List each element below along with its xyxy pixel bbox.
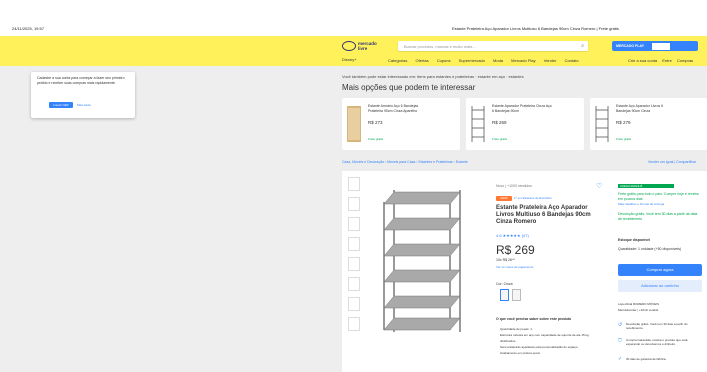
reco-card-shipping: Frete grátis <box>492 137 508 141</box>
promo-label: MERCADO PLAY <box>616 44 645 48</box>
product-highlights: Quantidade de peças: 1. Estrutura robust… <box>500 326 604 356</box>
reco-card-title: Estante Armário Aço 6 Bandejas Prateleir… <box>368 104 419 113</box>
nav-contato[interactable]: Contato <box>565 58 579 63</box>
reco-card-image <box>471 106 485 142</box>
favorite-heart-icon[interactable]: ♡ <box>596 182 602 190</box>
breadcrumb[interactable]: Casa, Móveis e Decoração › Móveis para C… <box>342 160 468 164</box>
reco-card-title: Estante Aço Aparador Livros 6 Bandejas 9… <box>616 104 664 113</box>
arrives-tomorrow-badge: CHEGA AMANHÃ <box>618 184 674 188</box>
nav-right: Crie a sua conta Entre Compras <box>628 58 700 63</box>
highlight-item: Estrutura robusta em aço com capacidade … <box>500 333 589 343</box>
nav-cupons[interactable]: Cupons <box>437 58 451 63</box>
thumbnail[interactable] <box>348 317 360 331</box>
site-logo[interactable]: mercado livre <box>342 40 388 54</box>
promo-banner[interactable]: MERCADO PLAY <box>612 41 698 51</box>
nav-mercado-play[interactable]: Mercado Play <box>511 58 535 63</box>
nav-moda[interactable]: Moda <box>493 58 503 63</box>
product-title: Estante Prateleira Aço Aparador Livros M… <box>496 205 591 225</box>
thumbnail[interactable] <box>348 277 360 291</box>
free-shipping-text: Frete grátis para todo o país. Compre ho… <box>618 192 699 201</box>
reco-card-shipping: Frete grátis <box>368 137 384 141</box>
quantity-selector[interactable]: Quantidade: 1 unidade (+50 disponíveis) <box>618 247 702 252</box>
nav-purchases[interactable]: Compras <box>677 58 693 63</box>
installments: 10x R$ 26⁹⁰ <box>496 258 515 262</box>
search-icon[interactable]: ⌕ <box>581 43 584 49</box>
sell-share-links[interactable]: Vender um igual | Compartilhar <box>648 160 696 164</box>
product-price: R$ 269 <box>496 243 535 257</box>
thumbnail[interactable] <box>348 297 360 311</box>
location-popup: Cadastre a sua conta para começar a faze… <box>31 72 135 118</box>
benefit-item: Compra Garantida, receba o produto que e… <box>626 338 688 346</box>
recommendation-title: Mais opções que podem te interessar <box>342 83 476 92</box>
shipping-details-link[interactable]: Mais detalhes e formas de entrega <box>618 202 702 207</box>
product-main-image[interactable] <box>372 182 472 337</box>
payment-methods-link[interactable]: Ver os meios de pagamento <box>496 265 533 269</box>
nav-left: Categorias Ofertas Cupons Supermercado M… <box>388 58 586 63</box>
print-page-title: Estante Prateleira Aço Aparador Livros M… <box>452 26 619 31</box>
shield-icon: ⛉ <box>618 338 622 344</box>
buy-now-button[interactable]: Comprar agora <box>618 264 702 276</box>
insert-cep-button[interactable]: Inserir CEP <box>49 102 73 108</box>
logo-line-2: livre <box>358 46 368 51</box>
disney-label: Disney+ <box>342 57 357 62</box>
nav-categorias[interactable]: Categorias <box>388 58 407 63</box>
reco-card-price: R$ 273 <box>368 120 383 125</box>
search-input[interactable]: Buscar produtos, marcas e muito mais... … <box>398 41 588 51</box>
nav-create-account[interactable]: Crie a sua conta <box>628 58 657 63</box>
thumbnail[interactable] <box>348 177 360 191</box>
reco-card[interactable]: Estante Aço Aparador Livros 6 Bandejas 9… <box>590 98 707 150</box>
add-to-cart-button[interactable]: Adicionar ao carrinho <box>618 280 702 292</box>
reco-card-price: R$ 279 <box>616 120 631 125</box>
return-icon: ↺ <box>618 322 623 328</box>
seller-name[interactable]: Loja oficial ROMERO MÓVEIS <box>618 302 702 307</box>
thumbnail[interactable] <box>348 257 360 271</box>
product-highlights-title: O que você precisa saber sobre este prod… <box>496 317 572 321</box>
seller-level: MercadoLíder | +10mil vendas <box>618 308 659 312</box>
color-label: Cor: Cinza <box>496 282 513 286</box>
reco-card-image <box>595 106 609 142</box>
reco-card[interactable]: Estante Armário Aço 6 Bandejas Prateleir… <box>342 98 460 150</box>
reco-card-price: R$ 269 <box>492 120 507 125</box>
color-swatch[interactable] <box>512 289 521 301</box>
benefit-item: 30 dias de garantia de fábrica. <box>626 357 667 361</box>
benefit-item: Devolução grátis. Você tem 30 dias a par… <box>626 322 688 330</box>
free-return-text: Devolução grátis. Você tem 30 dias a par… <box>618 212 698 221</box>
reco-card[interactable]: Estante Aparador Prateleira Cinza Aço 6 … <box>466 98 584 150</box>
warranty-icon: ✓ <box>618 356 623 362</box>
highlight-item: Acabamento em pintura epóxi. <box>500 351 541 355</box>
print-header: 24/11/2025, 19:57 Estante Prateleira Aço… <box>0 0 707 36</box>
nav-login[interactable]: Entre <box>662 58 672 63</box>
search-placeholder: Buscar produtos, marcas e muito mais... <box>404 43 476 49</box>
popup-text: Cadastre a sua conta para começar a faze… <box>37 76 125 85</box>
nav-vender[interactable]: Vender <box>544 58 557 63</box>
best-seller-badge: MAIS VENDIDO <box>496 196 512 205</box>
product-condition: Novo | +1000 vendidos <box>496 184 532 188</box>
recommendation-heading: Você também pode estar interessado em: i… <box>342 74 524 79</box>
nav-supermercado[interactable]: Supermercado <box>459 58 485 63</box>
later-button[interactable]: Mais tarde <box>77 102 91 108</box>
reco-card-shipping: Frete grátis <box>616 137 632 141</box>
reco-card-title: Estante Aparador Prateleira Cinza Aço 6 … <box>492 104 552 113</box>
promo-image <box>652 42 670 50</box>
stock-status: Estoque disponível <box>618 238 651 242</box>
product-rating[interactable]: 4.6 ★★★★★ (47) <box>496 233 529 238</box>
nav-ofertas[interactable]: Ofertas <box>415 58 428 63</box>
thumbnail[interactable] <box>348 197 360 211</box>
thumbnail[interactable] <box>348 237 360 251</box>
ranking-link[interactable]: 1º em Estantes de Escritório <box>514 196 552 201</box>
handshake-logo-icon <box>342 41 356 51</box>
reco-card-image <box>347 106 361 142</box>
color-swatch-selected[interactable] <box>500 289 509 301</box>
print-timestamp: 24/11/2025, 19:57 <box>12 26 44 31</box>
thumbnail[interactable] <box>348 217 360 231</box>
